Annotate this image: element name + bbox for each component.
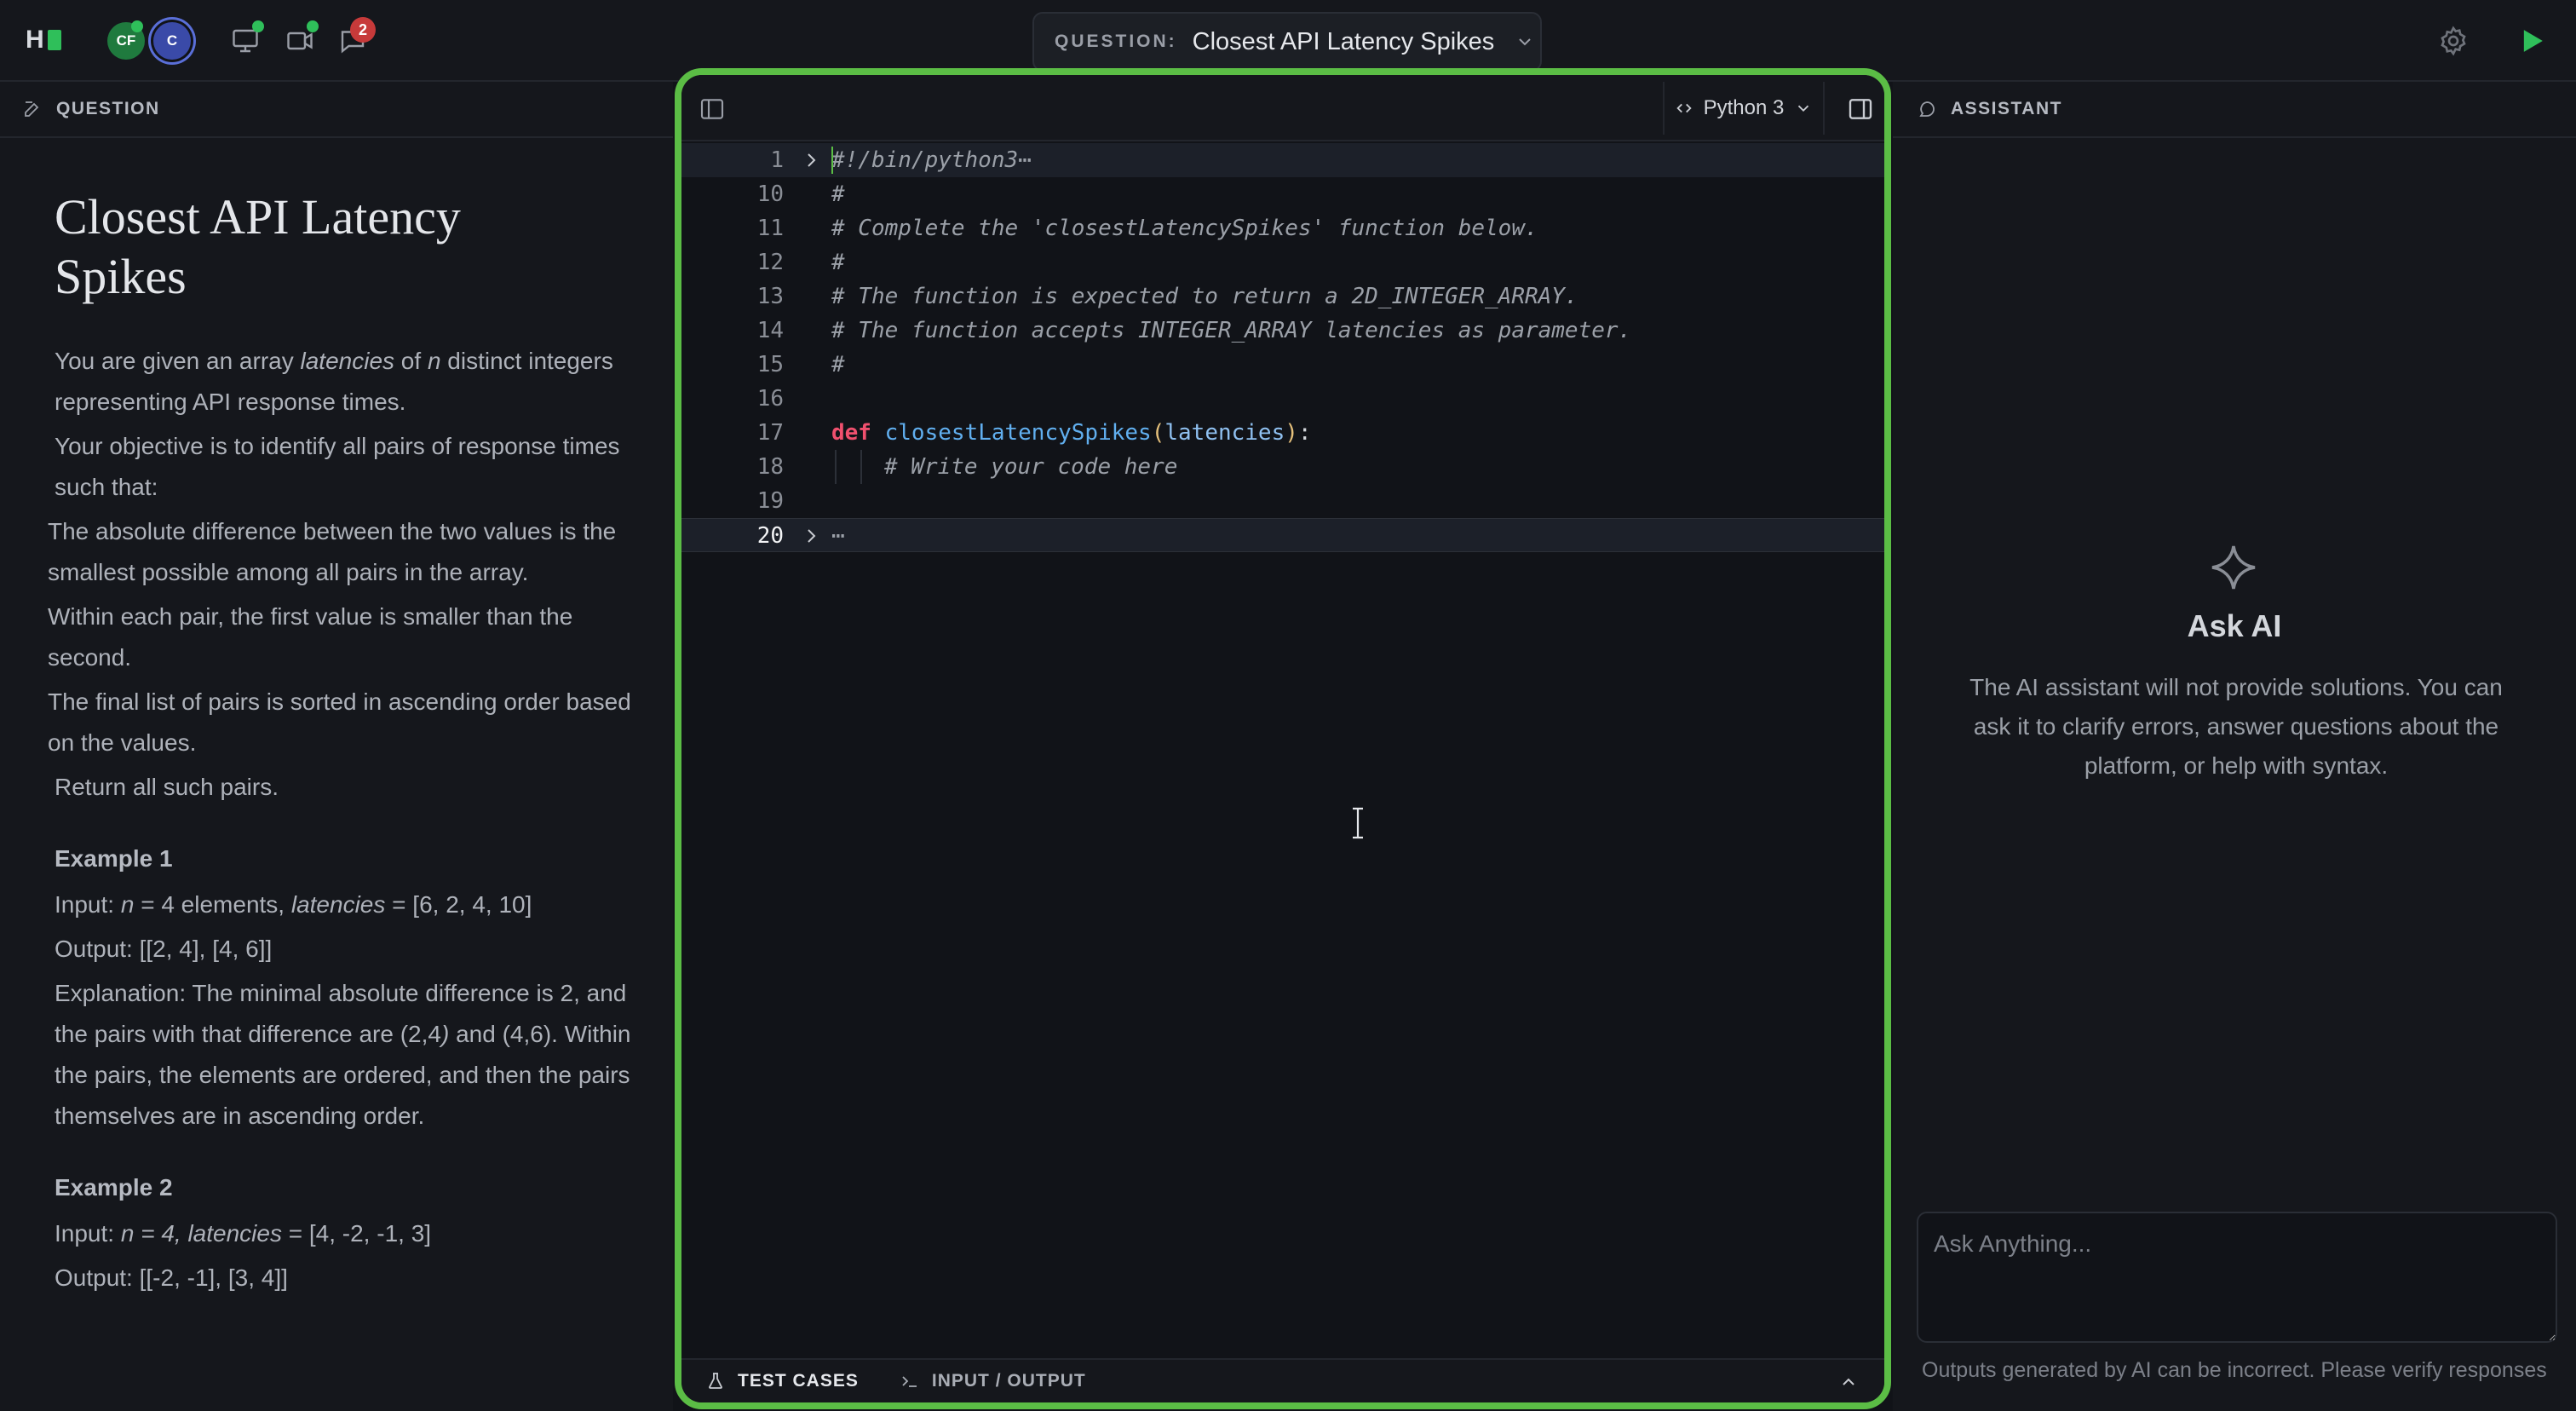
example-output: Output: [[-2, -1], [3, 4]] bbox=[55, 1264, 288, 1291]
code-text: #!/bin/python3⋯ bbox=[831, 147, 1032, 173]
code-text: # bbox=[831, 250, 845, 275]
edit-icon bbox=[25, 101, 39, 117]
folded-ellipsis[interactable]: ⋯ bbox=[831, 519, 845, 553]
code-line[interactable]: 13 # The function is expected to return … bbox=[681, 279, 1884, 314]
line-number: 12 bbox=[756, 250, 784, 275]
chevron-down-icon bbox=[1798, 105, 1809, 112]
line-number: 15 bbox=[756, 352, 784, 377]
code-text: def closestLatencySpikes(latencies): bbox=[831, 420, 1312, 446]
settings-icon[interactable] bbox=[2436, 24, 2470, 58]
tab-test-cases[interactable]: TEST CASES bbox=[705, 1371, 859, 1391]
question-paragraph: Within each pair, the first value is sma… bbox=[48, 603, 573, 671]
code-text: # bbox=[831, 352, 845, 377]
question-paragraph: Return all such pairs. bbox=[55, 774, 279, 800]
sidebar-toggle-icon[interactable] bbox=[699, 95, 726, 123]
question-label: QUESTION: bbox=[1055, 32, 1177, 51]
indent-guide bbox=[860, 450, 862, 484]
code-line[interactable]: 12 # bbox=[681, 245, 1884, 279]
code-line[interactable]: 19 bbox=[681, 484, 1884, 518]
code-text: # Complete the 'closestLatencySpikes' fu… bbox=[831, 216, 1538, 241]
assistant-panel: ASSISTANT Ask AI The AI assistant will n… bbox=[1893, 82, 2576, 1411]
assistant-panel-label: ASSISTANT bbox=[1951, 99, 2062, 118]
line-number: 19 bbox=[756, 488, 784, 514]
example-output: Output: [[2, 4], [4, 6]] bbox=[55, 936, 273, 962]
code-icon bbox=[1676, 103, 1692, 113]
question-heading: Closest API Latency Spikes bbox=[55, 189, 461, 304]
chevron-down-icon bbox=[1519, 38, 1532, 46]
code-line[interactable]: 20 ⋯ bbox=[681, 518, 1884, 552]
line-number: 11 bbox=[756, 216, 784, 241]
code-line[interactable]: 14 # The function accepts INTEGER_ARRAY … bbox=[681, 314, 1884, 348]
fold-arrow-icon[interactable] bbox=[801, 526, 821, 546]
text-cursor-icon bbox=[1353, 807, 1363, 839]
language-select[interactable]: Python 3 bbox=[1663, 82, 1825, 135]
line-number: 14 bbox=[756, 318, 784, 343]
question-panel-label: QUESTION bbox=[56, 99, 160, 118]
example-input: Input: n = 4, latencies = [4, -2, -1, 3] bbox=[55, 1220, 432, 1247]
code-line[interactable]: 17 def closestLatencySpikes(latencies): bbox=[681, 416, 1884, 450]
question-panel-header: QUESTION bbox=[0, 82, 673, 138]
example-input: Input: n = 4 elements, latencies = [6, 2… bbox=[55, 891, 532, 918]
flask-icon bbox=[709, 1373, 722, 1389]
example-explanation: Explanation: The minimal absolute differ… bbox=[55, 980, 631, 1129]
question-selector[interactable]: QUESTION: Closest API Latency Spikes bbox=[1032, 12, 1542, 72]
notification-badge: 2 bbox=[350, 17, 376, 43]
online-dot bbox=[252, 20, 264, 32]
assistant-body: Ask AI The AI assistant will not provide… bbox=[1893, 138, 2576, 1411]
assistant-description: The AI assistant will not provide soluti… bbox=[1969, 674, 2503, 779]
line-number: 1 bbox=[770, 147, 784, 173]
code-area[interactable]: 1 #!/bin/python3⋯ 10 # 11 # Complete the… bbox=[681, 141, 1884, 1358]
ask-input[interactable] bbox=[1917, 1212, 2557, 1343]
code-text: # Write your code here bbox=[884, 454, 1178, 480]
question-paragraph: Your objective is to identify all pairs … bbox=[55, 433, 620, 500]
text-caret bbox=[831, 147, 833, 174]
question-content: Closest API Latency Spikes You are given… bbox=[0, 138, 673, 1299]
question-paragraph: The final list of pairs is sorted in asc… bbox=[48, 688, 631, 756]
online-dot bbox=[131, 20, 143, 32]
chevron-up-icon[interactable] bbox=[1838, 1372, 1859, 1392]
code-editor[interactable]: Python 3 1 #!/bin/python3⋯ 10 # 11 # Com… bbox=[675, 68, 1891, 1409]
sidebar-toggle-icon[interactable] bbox=[1847, 95, 1874, 123]
fold-arrow-icon[interactable] bbox=[801, 150, 821, 170]
code-line[interactable]: 16 bbox=[681, 382, 1884, 416]
avatar[interactable]: C bbox=[153, 22, 191, 60]
line-number: 10 bbox=[756, 181, 784, 207]
indent-guide bbox=[835, 450, 837, 484]
sparkle-icon bbox=[2211, 545, 2256, 590]
editor-bottom-bar: TEST CASES INPUT / OUTPUT bbox=[681, 1358, 1884, 1402]
ai-disclaimer: Outputs generated by AI can be incorrect… bbox=[1922, 1358, 2547, 1382]
line-number: 18 bbox=[756, 454, 784, 480]
question-paragraph: You are given an array latencies of n di… bbox=[55, 348, 613, 415]
example-heading: Example 2 bbox=[55, 1174, 173, 1201]
assistant-title: Ask AI bbox=[2187, 608, 2282, 643]
run-icon[interactable] bbox=[2513, 22, 2550, 60]
code-line[interactable]: 18 # Write your code here bbox=[681, 450, 1884, 484]
question-title: Closest API Latency Spikes bbox=[1192, 27, 1495, 55]
code-line[interactable]: 10 # bbox=[681, 177, 1884, 211]
code-text: # The function is expected to return a 2… bbox=[831, 284, 1578, 309]
terminal-icon bbox=[902, 1376, 917, 1387]
code-text: # bbox=[831, 181, 845, 207]
assistant-panel-header: ASSISTANT bbox=[1893, 82, 2576, 138]
code-line[interactable]: 15 # bbox=[681, 348, 1884, 382]
editor-toolbar: Python 3 bbox=[681, 75, 1884, 141]
code-line[interactable]: 1 #!/bin/python3⋯ bbox=[681, 143, 1884, 177]
example-heading: Example 1 bbox=[55, 845, 173, 872]
app-logo: H bbox=[26, 27, 63, 53]
line-number: 20 bbox=[756, 523, 784, 549]
language-label: Python 3 bbox=[1703, 96, 1785, 119]
line-number: 13 bbox=[756, 284, 784, 309]
question-paragraph: The absolute difference between the two … bbox=[48, 518, 617, 585]
online-dot bbox=[307, 20, 319, 32]
code-text: # The function accepts INTEGER_ARRAY lat… bbox=[831, 318, 1632, 343]
code-line[interactable]: 11 # Complete the 'closestLatencySpikes'… bbox=[681, 211, 1884, 245]
line-number: 16 bbox=[756, 386, 784, 412]
tab-input-output[interactable]: INPUT / OUTPUT bbox=[900, 1371, 1086, 1391]
line-number: 17 bbox=[756, 420, 784, 446]
question-panel: QUESTION Closest API Latency Spikes You … bbox=[0, 82, 673, 1411]
chat-icon bbox=[1919, 101, 1935, 117]
